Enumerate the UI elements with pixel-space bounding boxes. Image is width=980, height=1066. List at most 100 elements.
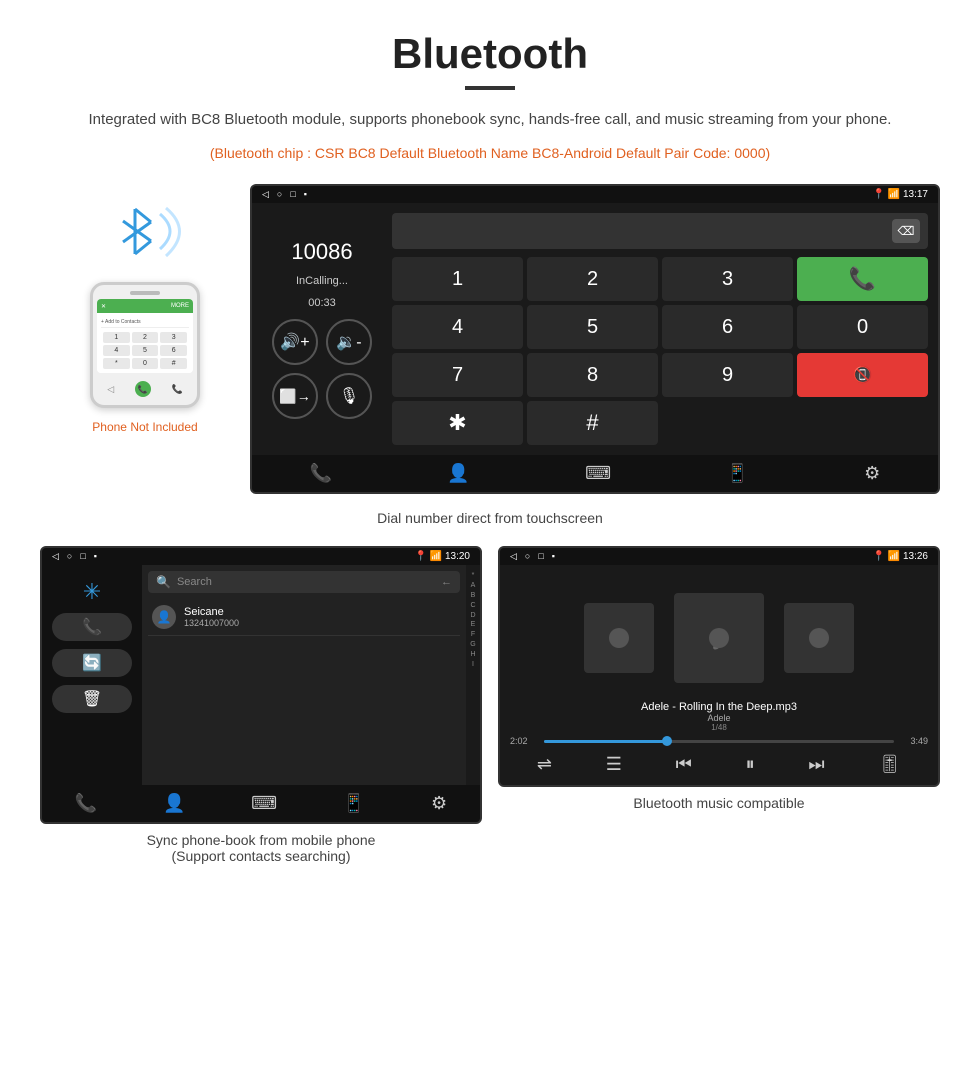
vol-down-btn[interactable]: 🔉- (326, 319, 372, 365)
pb-search-placeholder: Search (177, 576, 212, 588)
pb-statusbar: ◁ ○ □ ▪ 📍 📶 13:20 (42, 548, 480, 565)
pb-nav-dialpad[interactable]: ⌨ (251, 793, 277, 814)
nav-calls-icon[interactable]: 📞 (310, 463, 332, 484)
music-recent-icon: □ (538, 551, 543, 562)
song-counter: 1/48 (510, 723, 928, 732)
key-hash[interactable]: # (160, 358, 187, 369)
nav-contacts-icon[interactable]: 👤 (447, 463, 469, 484)
numpad-7[interactable]: 7 (392, 353, 523, 397)
numpad-2[interactable]: 2 (527, 257, 658, 301)
equalizer-icon[interactable]: 🎚 (878, 754, 901, 775)
key-3[interactable]: 3 (160, 332, 187, 343)
numpad-3[interactable]: 3 (662, 257, 793, 301)
notif-icon: ▪ (304, 189, 307, 200)
page-container: Bluetooth Integrated with BC8 Bluetooth … (0, 0, 980, 924)
numpad-4[interactable]: 4 (392, 305, 523, 349)
pb-nav-settings[interactable]: ⚙ (431, 793, 447, 814)
nav-transfer-icon[interactable]: 📱 (726, 463, 748, 484)
pb-alpha-e: E (466, 620, 480, 630)
song-title: Adele - Rolling In the Deep.mp3 (510, 701, 928, 713)
pb-alpha-a: A (466, 581, 480, 591)
pb-contact-number: 13241007000 (184, 618, 456, 628)
pb-alpha-h: H (466, 650, 480, 660)
nav-dialpad-icon[interactable]: ⌨ (585, 463, 611, 484)
album-right: ♪ (784, 603, 854, 673)
pb-call-btn[interactable]: 📞 (52, 613, 132, 641)
music-home-icon: ○ (525, 551, 530, 562)
key-1[interactable]: 1 (103, 332, 130, 343)
prev-icon[interactable]: ⏮ (676, 754, 692, 775)
phonebook-screenshot: ◁ ○ □ ▪ 📍 📶 13:20 ✳ 📞 (40, 546, 482, 824)
progress-fill (544, 740, 667, 743)
phone-bottom: ◁ 📞 📞 (97, 379, 193, 399)
phone-not-included-label: Phone Not Included (92, 420, 197, 434)
pb-alpha-g: G (466, 640, 480, 650)
play-pause-icon[interactable]: ⏸ (746, 754, 755, 775)
music-controls: ⇌ ☰ ⏮ ⏸ ⏭ 🎚 (510, 754, 928, 775)
pb-contact-info: Seicane 13241007000 (184, 606, 456, 628)
pb-delete-btn[interactable]: 🗑 (52, 685, 132, 713)
pb-signal-icon: 📶 (430, 551, 442, 562)
progress-bar[interactable] (544, 740, 894, 743)
pb-nav-contacts[interactable]: 👤 (163, 793, 185, 814)
numpad-5[interactable]: 5 (527, 305, 658, 349)
numpad-9[interactable]: 9 (662, 353, 793, 397)
key-2[interactable]: 2 (132, 332, 159, 343)
pb-sync-btn[interactable]: 🔄 (52, 649, 132, 677)
page-title: Bluetooth (40, 30, 940, 78)
numpad-6[interactable]: 6 (662, 305, 793, 349)
progress-bar-wrap: 2:02 3:49 (510, 736, 928, 746)
numpad-star[interactable]: ✱ (392, 401, 523, 445)
playlist-icon[interactable]: ☰ (606, 754, 622, 775)
pb-contact-row[interactable]: 👤 Seicane 13241007000 (148, 599, 460, 636)
pb-main: 🔍 Search ← 👤 Seicane 13241007000 (142, 565, 466, 785)
pb-alpha-star: * (466, 571, 480, 581)
pb-nav-transfer[interactable]: 📱 (343, 793, 365, 814)
phone-screen-header: ✕ MORE (97, 299, 193, 313)
subtitle-text: Integrated with BC8 Bluetooth module, su… (40, 108, 940, 132)
music-screenshot: ◁ ○ □ ▪ 📍 📶 13:26 ♪ (498, 546, 940, 787)
numpad-hash[interactable]: # (527, 401, 658, 445)
album-center: ♪ (674, 593, 764, 683)
next-icon[interactable]: ⏭ (808, 754, 824, 775)
pb-content: ✳ 📞 🔄 🗑 🔍 Search ← (42, 565, 480, 785)
dialer-clock: 13:17 (903, 189, 928, 200)
shuffle-icon[interactable]: ⇌ (537, 754, 552, 775)
key-7[interactable]: * (103, 358, 130, 369)
numpad-8[interactable]: 8 (527, 353, 658, 397)
dialer-body: 10086 InCalling... 00:33 🔊+ 🔉- ⬜→ 🎙 ⌫ (252, 203, 938, 455)
numpad-end-btn[interactable]: 📵 (797, 353, 928, 397)
key-5[interactable]: 5 (132, 345, 159, 356)
screen-btn[interactable]: ⬜→ (272, 373, 318, 419)
music-content: ♪ ♪ ♪ Adele - Rolling In the Deep.mp3 (500, 565, 938, 785)
key-0[interactable]: 0 (132, 358, 159, 369)
pb-sidebar: ✳ 📞 🔄 🗑 (42, 565, 142, 785)
music-back-icon: ◁ (510, 551, 517, 562)
recent-icon: □ (290, 189, 295, 200)
music-gps-icon: 📍 (873, 551, 885, 562)
key-6[interactable]: 6 (160, 345, 187, 356)
numpad-0[interactable]: 0 (797, 305, 928, 349)
pb-bottom-nav: 📞 👤 ⌨ 📱 ⚙ (42, 785, 480, 822)
phone-mockup: ✕ MORE + Add to Contacts 1 2 3 4 5 6 * (90, 282, 200, 408)
backspace-btn[interactable]: ⌫ (892, 219, 920, 243)
statusbar-time: 📍 📶 13:17 (873, 189, 929, 200)
phone-call-btn[interactable]: 📞 (135, 381, 151, 397)
numpad-1[interactable]: 1 (392, 257, 523, 301)
pb-search-bar[interactable]: 🔍 Search ← (148, 571, 460, 593)
pb-alpha-i: I (466, 660, 480, 670)
music-statusbar: ◁ ○ □ ▪ 📍 📶 13:26 (500, 548, 938, 565)
mute-btn[interactable]: 🎙 (326, 373, 372, 419)
back-icon: ◁ (262, 189, 269, 200)
progress-scrubber[interactable] (662, 736, 672, 746)
bluetooth-icon-wrap (105, 194, 185, 274)
song-artist: Adele (510, 713, 928, 723)
numpad-call-btn[interactable]: 📞 (797, 257, 928, 301)
phone-top-bar (97, 291, 193, 295)
pb-contact-name: Seicane (184, 606, 456, 618)
vol-up-btn[interactable]: 🔊+ (272, 319, 318, 365)
nav-settings-icon[interactable]: ⚙ (864, 463, 880, 484)
key-4[interactable]: 4 (103, 345, 130, 356)
pb-nav-calls[interactable]: 📞 (75, 793, 97, 814)
phonebook-block: ◁ ○ □ ▪ 📍 📶 13:20 ✳ 📞 (40, 546, 482, 884)
